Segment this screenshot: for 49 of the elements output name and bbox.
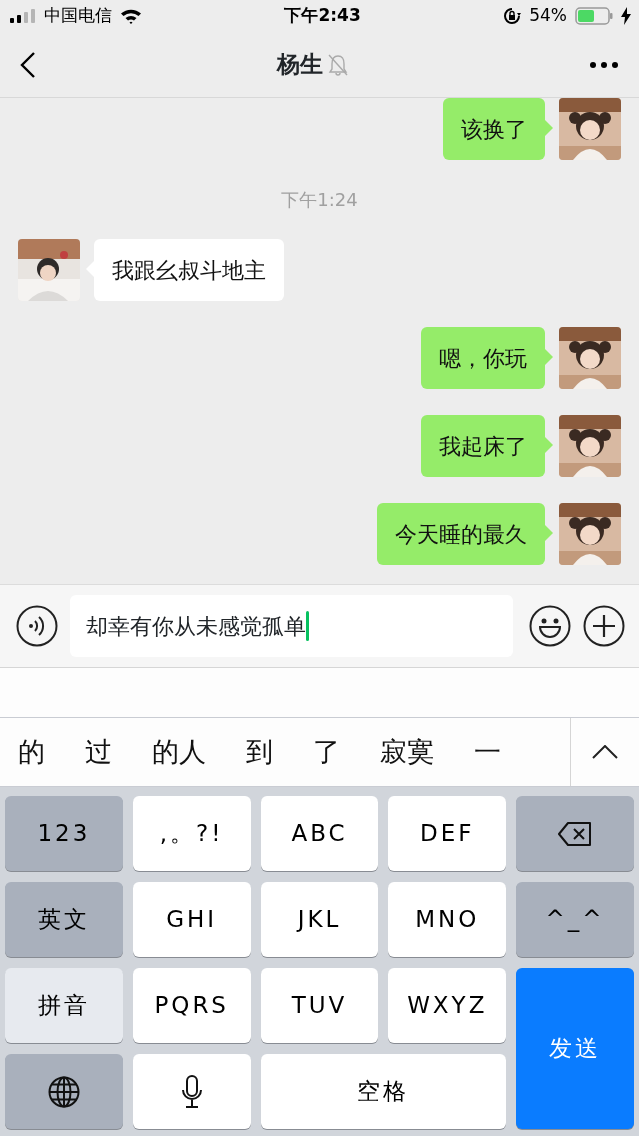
candidate-word[interactable]: 了 <box>313 731 340 773</box>
emoji-button[interactable] <box>529 605 571 647</box>
space-key[interactable]: 空格 <box>260 1054 507 1129</box>
battery-icon <box>575 7 613 25</box>
back-icon <box>20 50 36 79</box>
timestamp: 下午1:24 <box>281 188 358 212</box>
more-icon <box>589 61 619 69</box>
voice-icon <box>16 605 58 647</box>
key[interactable]: MNO <box>388 882 507 957</box>
candidate-word[interactable]: 一 <box>474 731 501 773</box>
key[interactable]: JKL <box>260 882 379 957</box>
key[interactable]: WXYZ <box>388 968 507 1043</box>
signal-icon <box>10 9 36 23</box>
status-time: 下午2:43 <box>284 4 361 28</box>
key[interactable]: PQRS <box>132 968 251 1043</box>
key[interactable]: GHI <box>132 882 251 957</box>
add-button[interactable] <box>583 605 625 647</box>
globe-key[interactable] <box>5 1054 123 1129</box>
key[interactable]: TUV <box>260 968 379 1043</box>
key[interactable]: DEF <box>388 796 507 871</box>
key[interactable]: 123 <box>5 796 123 871</box>
message-input[interactable]: 却幸有你从未感觉孤单 <box>70 595 513 657</box>
chat-title: 杨生 <box>276 50 323 80</box>
key[interactable]: ,。?! <box>132 796 251 871</box>
globe-icon <box>47 1075 80 1108</box>
microphone-key[interactable] <box>132 1054 251 1129</box>
send-button[interactable]: 发送 <box>516 968 634 1129</box>
key[interactable]: 英文 <box>5 882 123 957</box>
voice-button[interactable] <box>16 605 58 647</box>
key[interactable]: ^_^ <box>516 882 634 957</box>
delete-key[interactable] <box>516 796 634 871</box>
wifi-icon <box>120 8 142 24</box>
charging-icon <box>621 7 631 25</box>
candidate-word[interactable]: 过 <box>85 731 112 773</box>
chevron-up-icon <box>592 745 618 759</box>
delete-icon <box>558 821 593 846</box>
candidate-word[interactable]: 的人 <box>152 731 206 773</box>
key[interactable]: ABC <box>260 796 379 871</box>
back-button[interactable] <box>20 50 36 79</box>
battery-percent: 54% <box>529 4 567 28</box>
carrier-name: 中国电信 <box>44 4 112 28</box>
microphone-icon <box>180 1074 203 1109</box>
plus-icon <box>583 605 625 647</box>
rotation-lock-icon <box>503 7 522 25</box>
candidate-word[interactable]: 到 <box>246 731 273 773</box>
key[interactable]: 拼音 <box>5 968 123 1043</box>
smiley-icon <box>529 605 571 647</box>
candidate-word[interactable]: 的 <box>18 731 45 773</box>
candidate-word[interactable]: 寂寞 <box>380 731 434 773</box>
